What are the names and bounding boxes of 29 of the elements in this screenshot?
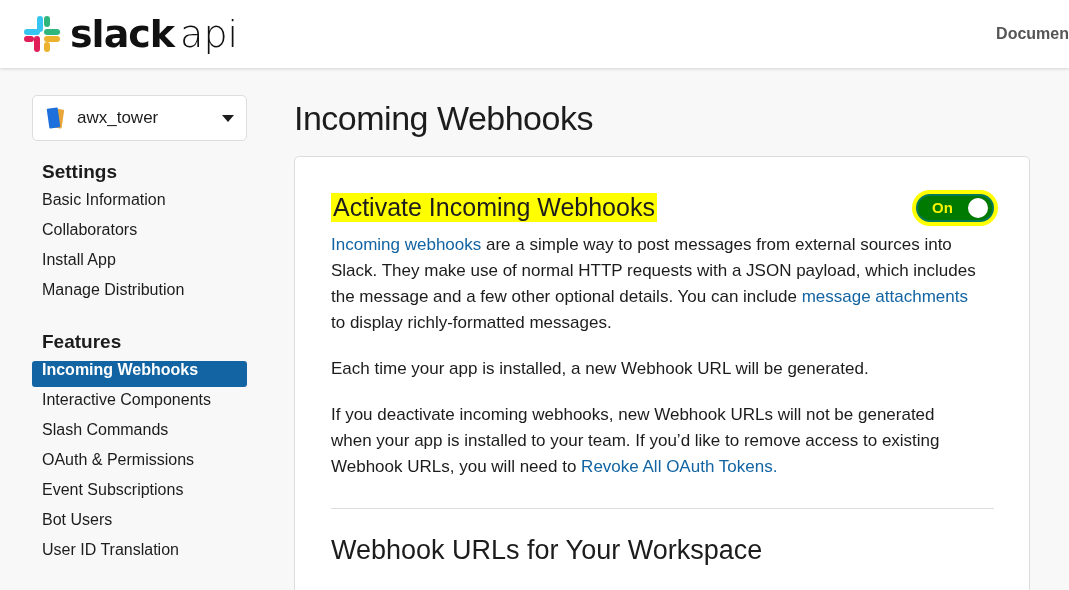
paragraph: If you deactivate incoming webhooks, new Webhook URLs will not be generated when your app is installed to your team. If you’d like to remove access to existing Webhook URLs, you will need to Revoke All OAuth Tokens. (331, 404, 941, 478)
sidebar-item[interactable]: Bot Users (32, 511, 247, 537)
sidebar-item[interactable]: Event Subscriptions (32, 481, 247, 507)
sidebar-item[interactable]: User ID Translation (32, 541, 247, 567)
paragraph: Incoming webhooks are a simple way to post messages from external sources into Slack. They make use of normal HTTP requests with a JSON payload, which includes the message and a few other optional details. You can include message attachments to display richly-formatted messages. (331, 234, 977, 334)
sidebar-item[interactable]: OAuth & Permissions (32, 451, 247, 477)
caret-icon (222, 114, 234, 122)
link[interactable]: Incoming webhooks (331, 235, 482, 254)
sidebar-item[interactable]: Collaborators (32, 221, 247, 247)
sidebar-item[interactable]: Manage Distribution (32, 281, 247, 307)
paragraph: Each time your app is installed, a new Webhook URL will be generated. (331, 358, 870, 380)
section-heading: Webhook URLs for Your Workspace (331, 535, 764, 566)
book-icon (45, 106, 67, 130)
link[interactable]: Revoke All OAuth Tokens. (581, 457, 778, 476)
sidebar-item[interactable]: Basic Information (32, 191, 247, 217)
sidebar-item[interactable]: Install App (32, 251, 247, 277)
app-selector[interactable]: awx_tower (32, 95, 247, 141)
logo-icon (22, 14, 62, 54)
sidebar-item[interactable]: Incoming Webhooks (32, 361, 247, 387)
section-title: Settings (42, 161, 118, 183)
link[interactable]: message attachments (801, 287, 968, 306)
logo-wordmark: slack (70, 12, 175, 56)
section-heading: Activate Incoming Webhooks (331, 193, 657, 222)
sidebar-item[interactable]: Interactive Components (32, 391, 247, 417)
section-title: Features (42, 331, 123, 353)
logo-suffix: api (180, 12, 239, 56)
page-title: Incoming Webhooks (294, 99, 594, 138)
nav-link[interactable]: Documen (996, 25, 1069, 43)
sidebar-item[interactable]: Slash Commands (32, 421, 247, 447)
